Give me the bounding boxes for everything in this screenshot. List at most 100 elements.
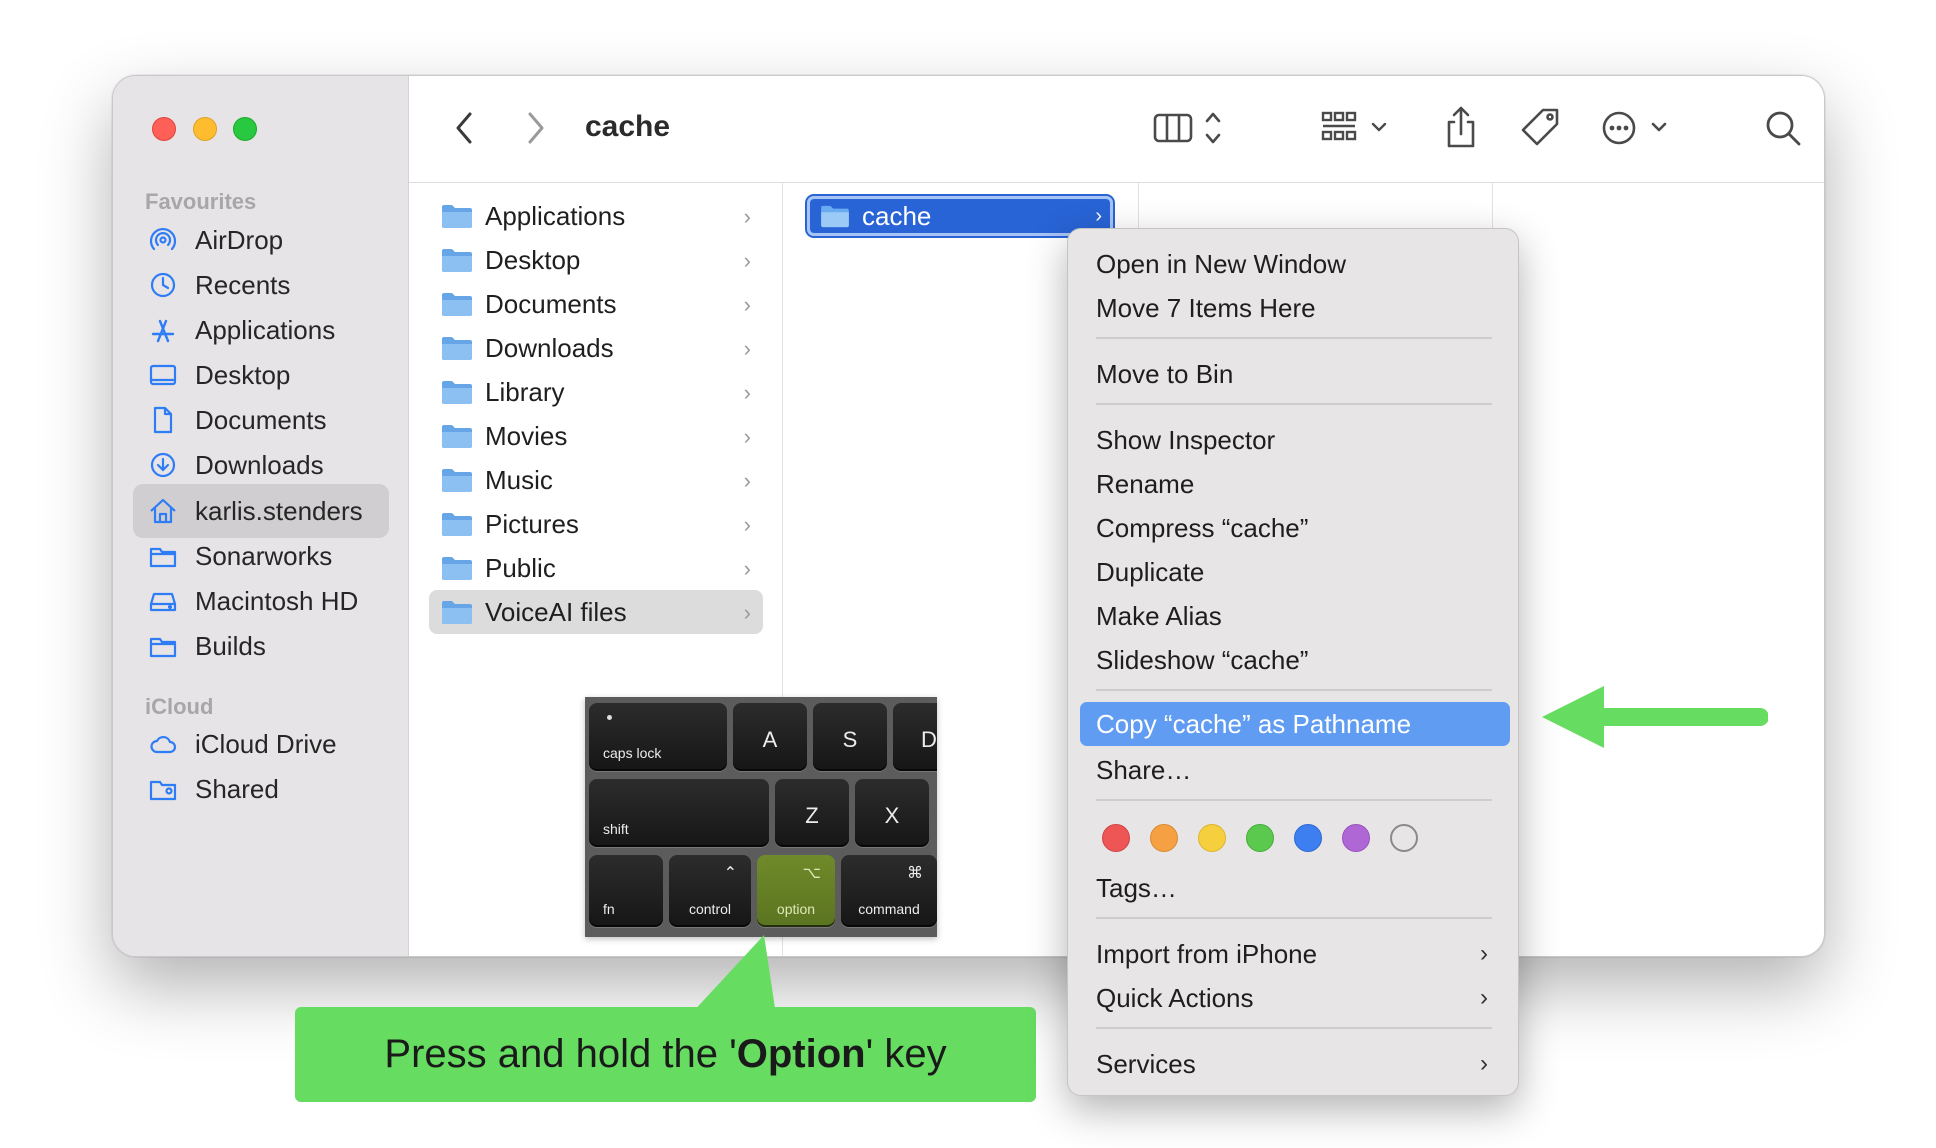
more-actions-button[interactable] [1599, 106, 1679, 150]
list-item[interactable]: Pictures › [429, 502, 763, 546]
menu-item-compress[interactable]: Compress “cache” [1068, 506, 1518, 550]
view-mode-button[interactable] [1151, 106, 1231, 150]
folder-icon [442, 205, 472, 228]
menu-item-slideshow[interactable]: Slideshow “cache” [1068, 638, 1518, 682]
list-item[interactable]: Movies › [429, 414, 763, 458]
list-item-label: Movies [485, 420, 568, 451]
list-item[interactable]: Downloads › [429, 326, 763, 370]
key-label: Z [805, 803, 819, 828]
chevron-right-icon: › [1480, 1050, 1488, 1077]
tag-green-button[interactable] [1246, 824, 1274, 852]
tag-purple-button[interactable] [1342, 824, 1370, 852]
tag-yellow-button[interactable] [1198, 824, 1226, 852]
list-item[interactable]: Applications › [429, 194, 763, 238]
menu-item-move-to-bin[interactable]: Move to Bin [1068, 352, 1518, 396]
menu-item-quick-actions[interactable]: Quick Actions › [1068, 976, 1518, 1020]
tag-orange-button[interactable] [1150, 824, 1178, 852]
list-item[interactable]: Library › [429, 370, 763, 414]
key-label: caps lock [603, 745, 662, 761]
chevron-right-icon: › [1095, 205, 1102, 227]
tag-red-button[interactable] [1102, 824, 1130, 852]
menu-item-import-iphone[interactable]: Import from iPhone › [1068, 932, 1518, 976]
annotation-arrow-icon [1542, 686, 1768, 748]
folder-icon [442, 557, 472, 580]
shift-key: shift [589, 779, 769, 847]
menu-item-tags[interactable]: Tags… [1068, 866, 1518, 910]
folder-icon [442, 469, 472, 492]
zoom-window-button[interactable] [233, 117, 257, 141]
sidebar-item-label: iCloud Drive [195, 728, 337, 759]
menu-item-rename[interactable]: Rename [1068, 462, 1518, 506]
key-label: D [921, 727, 937, 752]
list-item-label: Documents [485, 288, 617, 319]
tag-blue-button[interactable] [1294, 824, 1322, 852]
callout-text-prefix: Press and hold the ' [384, 1032, 737, 1076]
list-item-highlighted[interactable]: VoiceAI files › [429, 590, 763, 634]
group-button[interactable] [1319, 106, 1399, 150]
menu-item-label: Import from iPhone [1096, 938, 1318, 969]
tag-button[interactable] [1517, 104, 1565, 152]
instruction-callout: Press and hold the ' Option ' key [295, 1007, 1036, 1102]
back-button[interactable] [449, 108, 479, 148]
folder-icon [442, 293, 472, 316]
chevron-right-icon: › [743, 380, 751, 405]
sidebar-item-label: Desktop [195, 359, 291, 390]
toolbar: cache [409, 76, 1824, 183]
sidebar-item-label: Documents [195, 404, 327, 435]
chevron-right-icon: › [1480, 984, 1488, 1011]
menu-item-open-new-window[interactable]: Open in New Window [1068, 242, 1518, 286]
list-item[interactable]: Desktop › [429, 238, 763, 282]
ellipsis-circle-icon [1599, 106, 1679, 150]
sidebar-item-label: Recents [195, 269, 291, 300]
sidebar-item-label: AirDrop [195, 224, 284, 255]
folder-icon [442, 513, 472, 536]
list-item[interactable]: Documents › [429, 282, 763, 326]
sidebar-item-label: Macintosh HD [195, 585, 359, 616]
sidebar-item-builds[interactable]: Builds [133, 619, 389, 673]
list-item-selected[interactable]: cache › [805, 194, 1115, 238]
option-symbol-icon: ⌥ [802, 865, 821, 882]
chevron-right-icon: › [743, 468, 751, 493]
list-item[interactable]: Public › [429, 546, 763, 590]
folder-icon [147, 630, 179, 662]
chevron-right-icon: › [743, 248, 751, 273]
menu-item-make-alias[interactable]: Make Alias [1068, 594, 1518, 638]
folder-icon [442, 381, 472, 404]
d-key: D [893, 703, 937, 771]
folder-icon [442, 601, 472, 624]
menu-separator [1096, 799, 1492, 801]
close-window-button[interactable] [152, 117, 176, 141]
callout-text-bold: Option [736, 1032, 866, 1076]
folder-icon [147, 540, 179, 572]
forward-button[interactable] [521, 108, 551, 148]
list-item[interactable]: Music › [429, 458, 763, 502]
menu-item-move-items-here[interactable]: Move 7 Items Here [1068, 286, 1518, 330]
menu-separator [1096, 689, 1492, 691]
menu-item-show-inspector[interactable]: Show Inspector [1068, 418, 1518, 462]
folder-icon [442, 425, 472, 448]
share-button[interactable] [1439, 104, 1483, 152]
list-item-label: cache [862, 200, 932, 231]
list-item-label: Downloads [485, 332, 614, 363]
command-key: ⌘ command [841, 855, 937, 927]
chevron-right-icon: › [743, 600, 751, 625]
chevron-left-icon [454, 111, 474, 145]
list-item-label: VoiceAI files [485, 596, 627, 627]
menu-item-duplicate[interactable]: Duplicate [1068, 550, 1518, 594]
menu-item-share[interactable]: Share… [1068, 748, 1518, 792]
key-label: option [776, 901, 816, 917]
option-key: ⌥ option [757, 855, 835, 927]
s-key: S [813, 703, 887, 771]
menu-item-services[interactable]: Services › [1068, 1042, 1518, 1086]
menu-item-copy-pathname[interactable]: Copy “cache” as Pathname [1080, 702, 1510, 746]
document-icon [147, 404, 179, 436]
keyboard-photo: caps lock A S D shift Z X fn ⌃ control ⌥… [585, 697, 937, 937]
search-button[interactable] [1761, 106, 1805, 150]
list-item-label: Applications [485, 200, 626, 231]
z-key: Z [775, 779, 849, 847]
tag-gray-button[interactable] [1390, 824, 1418, 852]
chevron-right-icon [526, 111, 546, 145]
minimize-window-button[interactable] [193, 117, 217, 141]
sidebar-item-shared[interactable]: Shared [133, 762, 389, 816]
shared-folder-icon [147, 773, 179, 805]
